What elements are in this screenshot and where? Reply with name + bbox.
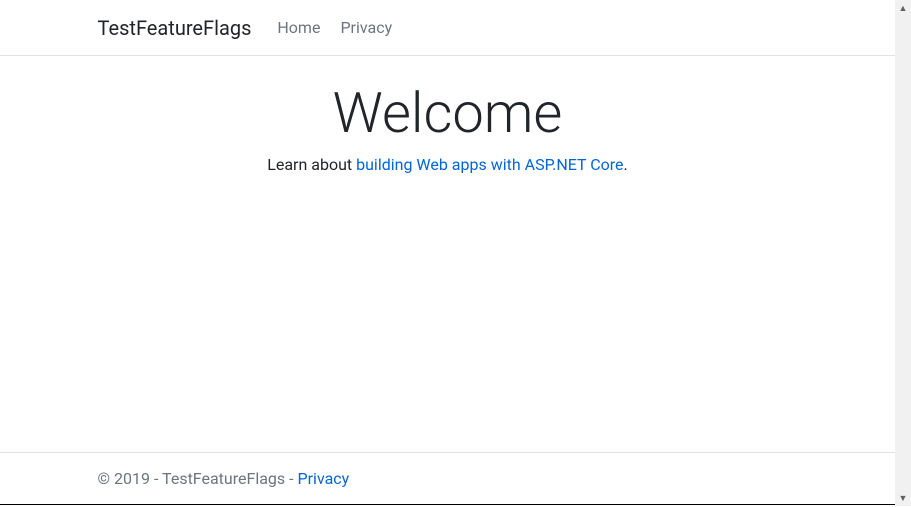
nav-link-privacy[interactable]: Privacy (330, 10, 402, 45)
scroll-down-arrow-icon[interactable]: ▼ (895, 490, 911, 506)
navbar-container: TestFeatureFlags Home Privacy (83, 10, 813, 45)
lead-link[interactable]: building Web apps with ASP.NET Core (356, 155, 623, 174)
page-wrapper: TestFeatureFlags Home Privacy Welcome Le… (0, 0, 895, 505)
scroll-up-arrow-icon[interactable]: ▲ (895, 0, 911, 16)
vertical-scrollbar[interactable]: ▲ ▼ (895, 0, 911, 506)
page-title: Welcome (0, 80, 895, 147)
footer-privacy-link[interactable]: Privacy (298, 469, 350, 488)
navbar-brand[interactable]: TestFeatureFlags (98, 11, 252, 45)
lead-prefix: Learn about (267, 155, 356, 174)
footer-container: © 2019 - TestFeatureFlags - Privacy (83, 469, 813, 488)
nav-link-home[interactable]: Home (267, 10, 330, 45)
navbar: TestFeatureFlags Home Privacy (0, 0, 895, 56)
main-content: Welcome Learn about building Web apps wi… (0, 56, 895, 452)
footer-copyright: © 2019 - TestFeatureFlags - (98, 469, 298, 488)
lead-suffix: . (624, 155, 628, 174)
lead-text: Learn about building Web apps with ASP.N… (0, 155, 895, 174)
footer: © 2019 - TestFeatureFlags - Privacy (0, 452, 895, 504)
